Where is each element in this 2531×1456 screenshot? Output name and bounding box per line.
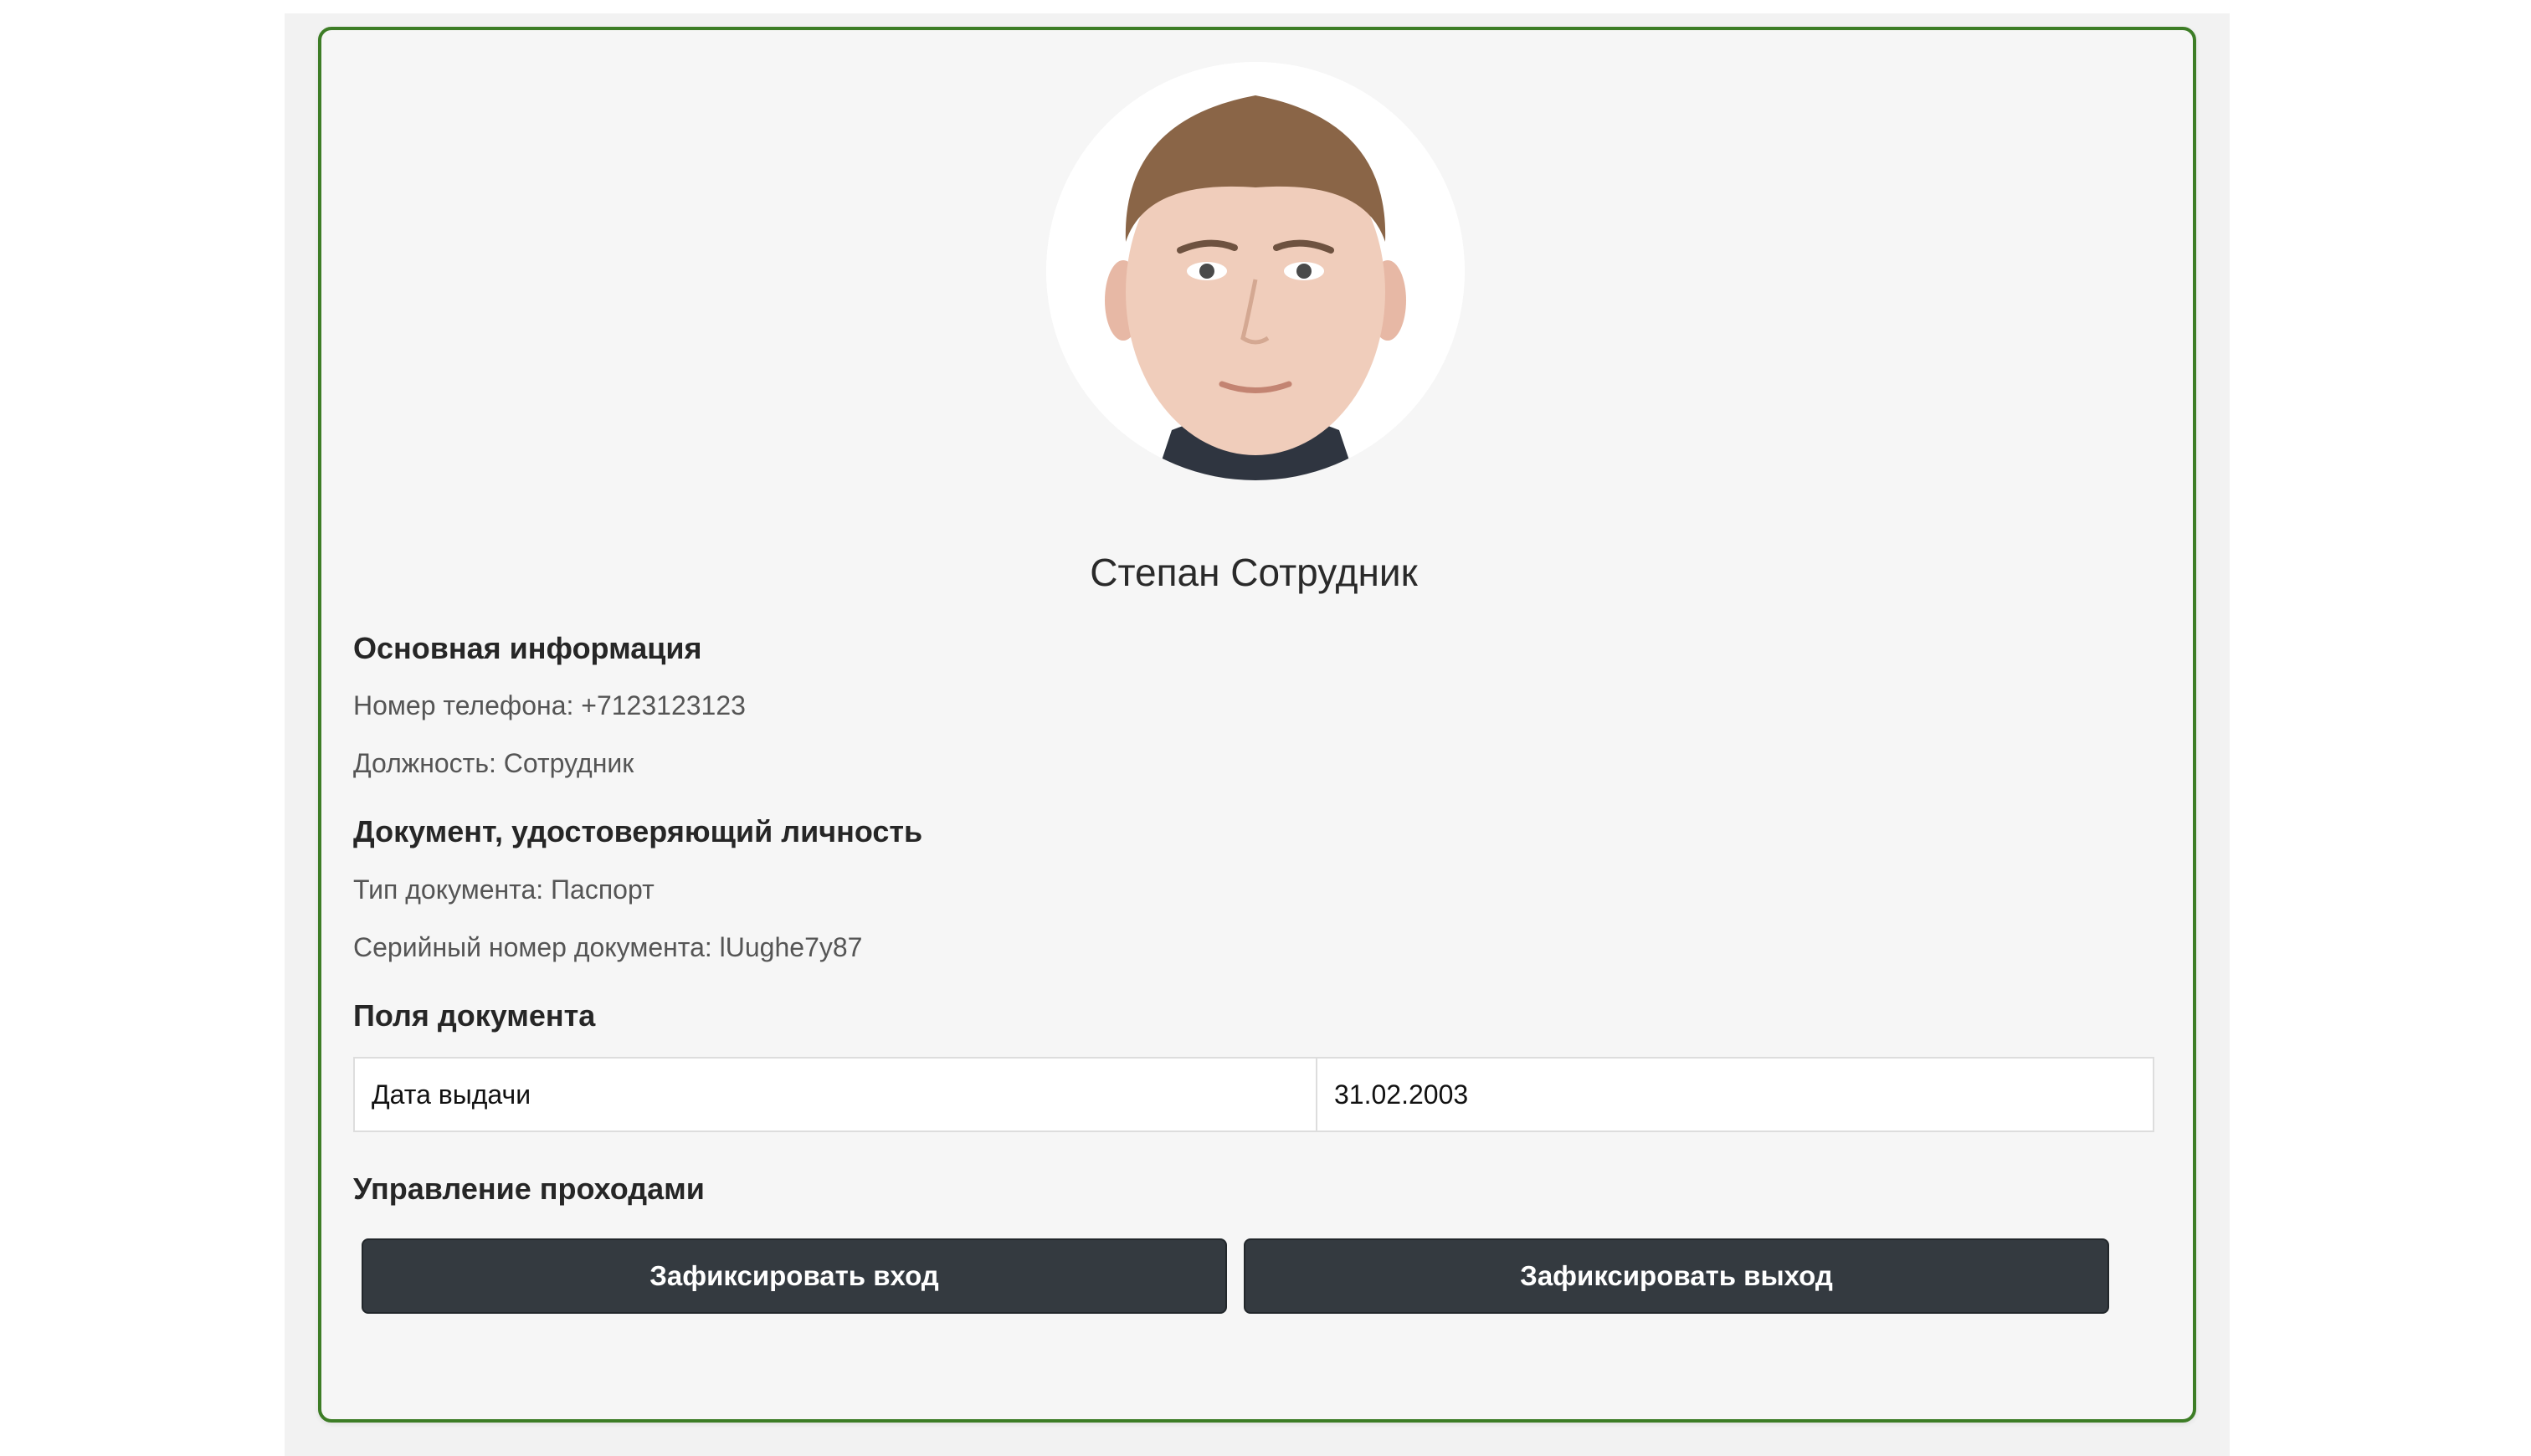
table-cell-field-value: 31.02.2003 <box>1334 1079 1469 1110</box>
document-fields-table: Дата выдачи 31.02.2003 <box>353 1057 2154 1132</box>
section-title-identity-document: Документ, удостоверяющий личность <box>353 814 923 848</box>
document-type: Тип документа: Паспорт <box>353 874 655 905</box>
employee-name: Степан Сотрудник <box>1090 551 1418 594</box>
section-title-document-fields: Поля документа <box>353 998 596 1033</box>
job-position: Должность: Сотрудник <box>353 748 634 778</box>
avatar-photo-icon <box>1046 62 1465 480</box>
table-cell-field-name: Дата выдачи <box>355 1059 1317 1130</box>
section-title-basic-info: Основная информация <box>353 631 702 665</box>
record-exit-button[interactable]: Зафиксировать выход <box>1244 1238 2109 1314</box>
record-entry-button[interactable]: Зафиксировать вход <box>362 1238 1227 1314</box>
document-serial-number: Серийный номер документа: lUughe7y87 <box>353 932 863 962</box>
phone-number: Номер телефона: +7123123123 <box>353 690 746 720</box>
avatar <box>1046 62 1465 480</box>
section-title-access-control: Управление проходами <box>353 1171 705 1206</box>
